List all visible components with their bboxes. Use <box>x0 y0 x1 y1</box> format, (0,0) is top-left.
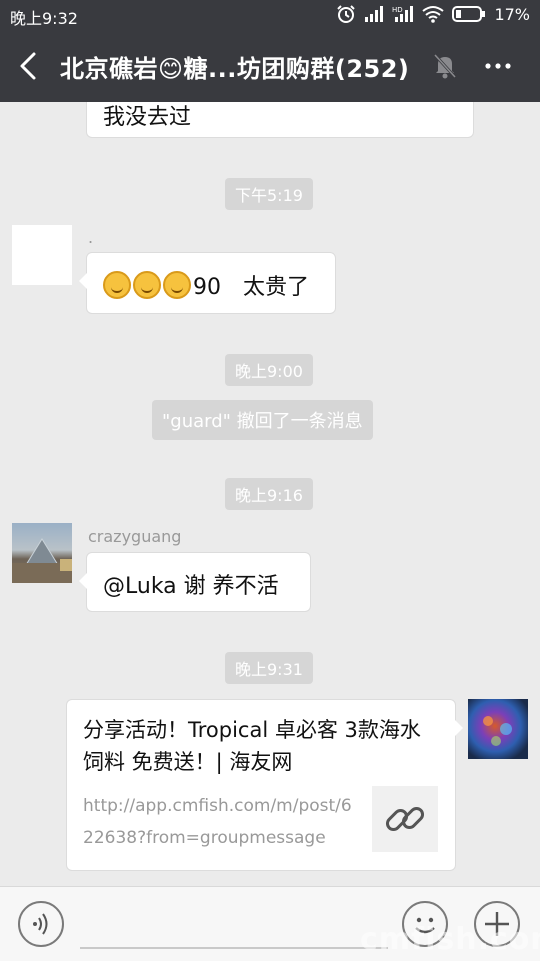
message-text: @Luka 谢 养不活 <box>103 574 279 599</box>
laugh-cry-emoji-icon <box>133 271 161 299</box>
chat-header: 北京礁岩😊糖...坊团购群(252) <box>0 30 540 102</box>
avatar[interactable] <box>468 699 528 759</box>
timestamp: 晚上9:31 <box>225 652 313 684</box>
message-bubble[interactable]: 我没去过 <box>86 102 474 138</box>
signal-icon <box>365 6 384 22</box>
voice-icon <box>33 913 48 935</box>
timestamp: 晚上9:16 <box>225 478 313 510</box>
battery-icon <box>452 6 486 22</box>
avatar[interactable] <box>12 523 72 583</box>
message-bubble[interactable]: 90 太贵了 <box>79 252 336 314</box>
alarm-icon <box>337 5 356 23</box>
more-icon[interactable] <box>482 52 514 80</box>
wifi-icon <box>422 6 445 23</box>
avatar[interactable] <box>12 225 72 285</box>
system-message: "guard" 撤回了一条消息 <box>152 400 373 440</box>
message-content: 90 太贵了 <box>103 269 309 301</box>
laugh-cry-emoji-icon <box>163 271 191 299</box>
timestamp: 下午5:19 <box>225 178 313 210</box>
coral-photo <box>483 716 512 746</box>
status-time: 晚上9:32 <box>10 9 78 28</box>
hd-signal-icon: HD <box>392 6 414 22</box>
link-thumbnail <box>372 786 438 852</box>
link-icon <box>385 806 425 832</box>
chat-area[interactable]: 我没去过 下午5:19 . 90 太贵了 晚上9:00 "guard" 撤回了一… <box>0 102 540 886</box>
message-input[interactable] <box>80 947 388 949</box>
link-title: 分享活动！Tropical 卓必客 3款海水饲料 免费送！| 海友网 <box>83 718 421 774</box>
sender-name: . <box>88 228 94 247</box>
status-bar: 晚上9:32 HD 17% <box>0 0 540 30</box>
timestamp: 晚上9:00 <box>225 354 313 386</box>
battery-percent: 17% <box>494 4 530 24</box>
message-bubble[interactable]: @Luka 谢 养不活 <box>79 552 311 612</box>
svg-text:HD: HD <box>392 6 403 14</box>
voice-button[interactable] <box>18 901 64 947</box>
muted-bell-icon <box>433 53 457 79</box>
link-card-message[interactable]: 分享活动！Tropical 卓必客 3款海水饲料 免费送！| 海友网 http:… <box>66 699 463 871</box>
pyramid-photo <box>12 538 72 583</box>
watermark: cmfish.com <box>360 922 540 957</box>
sender-name: crazyguang <box>88 527 182 546</box>
chat-title[interactable]: 北京礁岩😊糖...坊团购群(252) <box>60 49 409 84</box>
status-icons: HD 17% <box>336 4 530 24</box>
message-text: 我没去过 <box>103 105 192 130</box>
link-url: http://app.cmfish.com/m/post/622638?from… <box>83 796 352 848</box>
laugh-cry-emoji-icon <box>103 271 131 299</box>
message-text: 90 太贵了 <box>193 275 309 300</box>
back-arrow-icon[interactable] <box>14 50 44 82</box>
